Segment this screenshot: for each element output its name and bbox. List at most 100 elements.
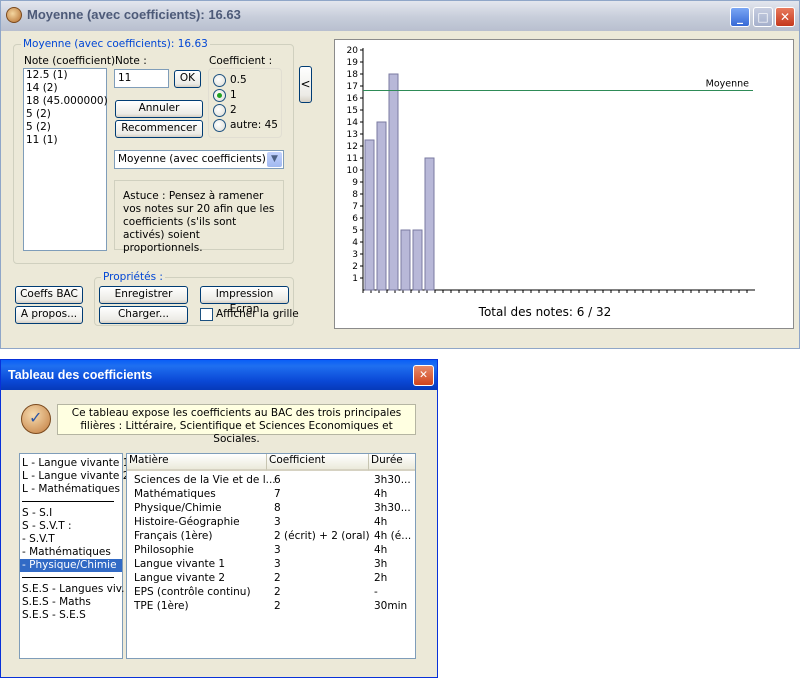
note-item[interactable]: 5 (2) xyxy=(24,108,106,121)
y-tick-label: 7 xyxy=(352,202,358,212)
column-header-subject[interactable]: Matière xyxy=(127,454,267,471)
cell-subject: Histoire-Géographie xyxy=(134,516,240,528)
print-screen-button[interactable]: Impression Ecran xyxy=(200,286,289,315)
filiere-item[interactable]: S.E.S - S.E.S xyxy=(20,609,122,622)
table-row[interactable]: TPE (1ère) 2 30min xyxy=(127,600,415,614)
filiere-item[interactable]: L - Langue vivante 2 xyxy=(20,470,129,483)
coef-radio-2[interactable] xyxy=(213,104,226,117)
cell-duration: 3h30... xyxy=(374,502,411,514)
main-window: Moyenne (avec coefficients): 16.63 _ □ ✕… xyxy=(0,0,800,349)
filiere-item[interactable]: - S.V.T xyxy=(20,533,122,546)
y-tick-label: 5 xyxy=(352,226,358,236)
filiere-item[interactable]: S - S.I xyxy=(20,507,122,520)
y-tick-label: 18 xyxy=(347,70,359,80)
bar-3 xyxy=(388,73,399,291)
title-bar[interactable]: Moyenne (avec coefficients): 16.63 _ □ ✕ xyxy=(1,1,799,31)
table-row[interactable]: EPS (contrôle continu) 2 - xyxy=(127,586,415,600)
table-row[interactable]: Sciences de la Vie et de l... 6 3h30... xyxy=(127,474,415,488)
tip-box: Astuce : Pensez à ramener vos notes sur … xyxy=(114,180,284,254)
coef-table[interactable]: Matière Coefficient Durée Sciences de la… xyxy=(126,453,416,659)
group-title: Moyenne (avec coefficients): 16.63 xyxy=(21,38,210,50)
table-row[interactable]: Langue vivante 1 3 3h xyxy=(127,558,415,572)
grid-checkbox[interactable] xyxy=(200,308,213,321)
column-header-coefficient[interactable]: Coefficient xyxy=(267,454,369,471)
note-item[interactable]: 18 (45.000000) xyxy=(24,95,108,108)
cancel-button[interactable]: Annuler xyxy=(115,100,203,118)
cell-duration: 30min xyxy=(374,600,408,612)
table-row[interactable]: Langue vivante 2 2 2h xyxy=(127,572,415,586)
collapse-button[interactable]: < xyxy=(299,66,312,103)
table-row[interactable]: Mathématiques 7 4h xyxy=(127,488,415,502)
cell-subject: Français (1ère) xyxy=(134,530,213,542)
filiere-item[interactable]: L - Mathématiques xyxy=(20,483,122,496)
filiere-separator xyxy=(22,577,114,578)
bar-4 xyxy=(400,229,411,291)
y-tick-label: 1 xyxy=(352,274,358,284)
cell-duration: 4h xyxy=(374,544,388,556)
note-input[interactable]: 11 xyxy=(114,69,169,88)
filiere-item[interactable]: - Mathématiques xyxy=(20,546,122,559)
filiere-item[interactable]: S.E.S - Maths xyxy=(20,596,122,609)
table-row[interactable]: Physique/Chimie 8 3h30... xyxy=(127,502,415,516)
y-tick-label: 6 xyxy=(352,214,358,224)
coef-radio-3[interactable] xyxy=(213,119,226,132)
maximize-button[interactable]: □ xyxy=(753,7,773,27)
y-tick-label: 13 xyxy=(347,130,358,140)
bar-2 xyxy=(376,121,387,291)
filiere-list[interactable]: L - Langue vivante 1L - Langue vivante 2… xyxy=(19,453,129,659)
ok-button[interactable]: OK xyxy=(174,70,201,88)
load-button[interactable]: Charger... xyxy=(99,306,188,324)
filiere-separator xyxy=(22,501,114,502)
save-button[interactable]: Enregistrer xyxy=(99,286,188,304)
y-tick-label: 20 xyxy=(347,46,359,56)
y-tick-label: 12 xyxy=(347,142,358,152)
y-tick-label: 15 xyxy=(347,106,358,116)
cell-subject: Langue vivante 2 xyxy=(134,572,226,584)
bar-5 xyxy=(412,229,423,291)
properties-title: Propriétés : xyxy=(101,271,165,283)
note-item[interactable]: 11 (1) xyxy=(24,134,106,147)
coef-window-title: Tableau des coefficients xyxy=(8,368,153,382)
cell-duration: 2h xyxy=(374,572,388,584)
note-item[interactable]: 5 (2) xyxy=(24,121,106,134)
coef-radio-label: autre: 45 xyxy=(230,119,278,131)
average-label: Moyenne xyxy=(706,78,750,89)
y-tick-label: 16 xyxy=(347,94,359,104)
coef-radio-0[interactable] xyxy=(213,74,226,87)
y-tick-label: 11 xyxy=(347,154,358,164)
filiere-item[interactable]: S - S.V.T : xyxy=(20,520,122,533)
bar-chart: 1234567891011121314151617181920Moyenne xyxy=(347,46,755,293)
y-tick-label: 2 xyxy=(352,262,358,272)
minimize-button[interactable]: _ xyxy=(730,7,750,27)
note-item[interactable]: 12.5 (1) xyxy=(24,69,106,82)
coef-radio-label: 2 xyxy=(230,104,237,116)
about-button[interactable]: A propos... xyxy=(15,306,83,324)
cell-duration: 4h xyxy=(374,488,388,500)
coef-radio-1[interactable] xyxy=(213,89,226,102)
close-button[interactable]: ✕ xyxy=(775,7,795,27)
table-row[interactable]: Français (1ère) 2 (écrit) + 2 (oral) 4h (é… xyxy=(127,530,415,544)
coef-title-bar[interactable]: Tableau des coefficients ✕ xyxy=(1,360,437,390)
restart-button[interactable]: Recommencer xyxy=(115,120,203,138)
y-tick-label: 4 xyxy=(352,238,358,248)
filiere-item[interactable]: L - Langue vivante 1 xyxy=(20,457,129,470)
total-label: Total des notes: 6 / 32 xyxy=(478,305,612,319)
table-row[interactable]: Histoire-Géographie 3 4h xyxy=(127,516,415,530)
filiere-item[interactable]: - Physique/Chimie xyxy=(20,559,122,572)
note-item[interactable]: 14 (2) xyxy=(24,82,106,95)
bar-1 xyxy=(364,139,375,291)
chevron-down-icon[interactable]: ▼ xyxy=(267,152,282,167)
info-text: Ce tableau expose les coefficients au BA… xyxy=(57,404,416,445)
app-icon xyxy=(6,7,22,23)
coef-close-button[interactable]: ✕ xyxy=(413,365,434,386)
table-row[interactable]: Philosophie 3 4h xyxy=(127,544,415,558)
column-header-duration[interactable]: Durée xyxy=(369,454,415,471)
y-tick-label: 9 xyxy=(352,178,358,188)
cell-coefficient: 2 xyxy=(274,572,281,584)
cell-duration: 4h xyxy=(374,516,388,528)
coeffs-bac-button[interactable]: Coeffs BAC xyxy=(15,286,83,304)
cell-duration: 3h30... xyxy=(374,474,411,486)
filiere-item[interactable]: S.E.S - Langues viv. xyxy=(20,583,125,596)
notes-list[interactable]: 12.5 (1) 14 (2) 18 (45.000000) 5 (2) 5 (2) 11… xyxy=(23,68,108,251)
mode-select[interactable]: Moyenne (avec coefficients) ▼ xyxy=(114,150,284,169)
